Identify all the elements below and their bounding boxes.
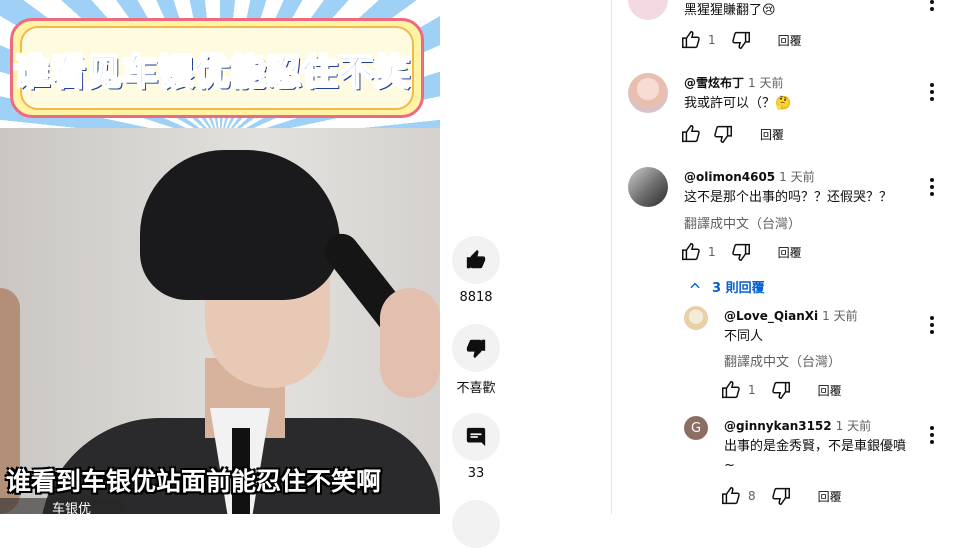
reply-actions: 1 回覆	[720, 378, 842, 402]
thumbs-down-icon	[771, 487, 790, 505]
reply-author[interactable]: @Love_QianXi 1 天前	[724, 307, 858, 324]
comment-text: 黑猩猩賺翻了😢	[684, 3, 776, 18]
thumbs-down-icon	[731, 243, 750, 261]
more-options-icon[interactable]	[922, 423, 942, 447]
comment-author[interactable]: @olimon4605 1 天前	[684, 168, 815, 185]
like-button[interactable]	[680, 29, 702, 51]
more-options-icon[interactable]	[922, 175, 942, 199]
share-button[interactable]	[452, 500, 500, 548]
reply-button[interactable]: 回覆	[778, 32, 802, 49]
like-count: 8818	[459, 290, 493, 305]
reply-button[interactable]: 回覆	[818, 488, 842, 505]
comment-time: 1 天前	[779, 170, 815, 184]
avatar[interactable]	[684, 306, 708, 330]
comment-text: 我或許可以（？🤔	[684, 96, 792, 111]
comments-button[interactable]	[452, 413, 500, 461]
dislike-label: 不喜歡	[456, 381, 496, 396]
translate-link[interactable]: 翻譯成中文（台灣）	[684, 213, 801, 232]
like-count: 8	[748, 489, 756, 503]
reply-button[interactable]: 回覆	[778, 244, 802, 261]
comment-actions: 1 回覆	[680, 240, 802, 264]
comment-author[interactable]: @雪炫布丁 1 天前	[684, 74, 783, 91]
replies-toggle[interactable]: 3 則回覆	[688, 276, 765, 296]
translate-link[interactable]: 翻譯成中文（台灣）	[724, 351, 841, 370]
reply-author[interactable]: @ginnykan3152 1 天前	[724, 417, 871, 434]
dislike-button[interactable]	[730, 29, 752, 51]
like-count: 1	[748, 383, 756, 397]
reply-time: 1 天前	[835, 419, 872, 433]
chevron-up-icon	[690, 282, 700, 289]
more-options-icon[interactable]	[922, 313, 942, 337]
like-button[interactable]	[720, 379, 742, 401]
comment-time: 1 天前	[748, 76, 784, 90]
comment-icon	[466, 427, 486, 447]
like-count: 1	[708, 33, 716, 47]
like-count: 1	[708, 245, 716, 259]
author-tag: 车银优	[0, 498, 124, 514]
reply-time: 1 天前	[822, 309, 858, 323]
thumbs-down-icon	[771, 381, 790, 399]
dislike-button[interactable]	[770, 379, 792, 401]
thumbs-down-icon	[714, 125, 732, 143]
thumbs-down-icon	[466, 339, 486, 359]
reply-text: 不同人	[724, 329, 764, 344]
comment-actions: 1 回覆	[680, 28, 802, 52]
like-button[interactable]	[452, 236, 500, 284]
video-frame	[0, 128, 440, 514]
more-options-icon[interactable]	[922, 0, 942, 14]
comment-text: 这不是那个出事的吗？？还假哭？？	[684, 190, 893, 205]
thumbs-up-icon	[682, 125, 700, 143]
avatar[interactable]	[628, 73, 668, 113]
like-button[interactable]	[720, 485, 742, 507]
thumbs-up-icon	[682, 31, 700, 49]
thumbs-up-icon	[466, 249, 486, 269]
comment-count: 33	[467, 466, 485, 481]
thumbs-up-icon	[722, 487, 740, 505]
reply-button[interactable]: 回覆	[818, 382, 842, 399]
dislike-button[interactable]	[452, 324, 500, 372]
thumbs-up-icon	[722, 381, 740, 399]
reply-text: 出事的是金秀賢，不是車銀優噴~	[724, 439, 907, 473]
reply-button[interactable]: 回覆	[760, 126, 784, 143]
more-options-icon[interactable]	[922, 80, 942, 104]
avatar[interactable]	[628, 0, 668, 20]
dislike-button[interactable]	[770, 485, 792, 507]
dislike-button[interactable]	[712, 123, 734, 145]
banner-title: 谁看见车银优能忍住不笑	[13, 52, 411, 94]
avatar[interactable]	[628, 167, 668, 207]
action-rail: 8818 不喜歡 33	[440, 0, 512, 548]
person-hand	[380, 288, 440, 398]
author-tag-label: 车银优	[52, 502, 92, 514]
video-subtitle: 谁看到车银优站面前能忍住不笑啊	[6, 467, 382, 496]
avatar-letter: G	[690, 420, 702, 436]
like-button[interactable]	[680, 241, 702, 263]
comments-panel: 黑猩猩賺翻了😢 1 回覆 @雪炫布丁 1 天前 我或許可以（？🤔 回覆 @olim…	[612, 0, 965, 514]
replies-toggle-label: 3 則回覆	[712, 280, 765, 296]
thumbs-up-icon	[682, 243, 700, 261]
like-button[interactable]	[680, 123, 702, 145]
reply-actions: 8 回覆	[720, 484, 842, 508]
avatar[interactable]: G	[684, 416, 708, 440]
video-player[interactable]: 谁看见车银优能忍住不笑 谁看到车银优站面前能忍住不笑啊 车银优	[0, 0, 440, 514]
comment-actions: 回覆	[680, 122, 784, 146]
dislike-button[interactable]	[730, 241, 752, 263]
thumbs-down-icon	[731, 31, 750, 49]
